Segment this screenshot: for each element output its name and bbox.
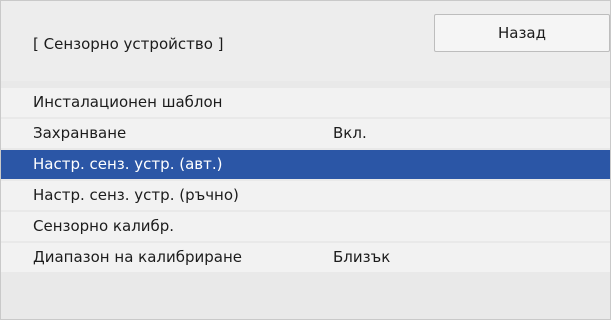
menu-item-power[interactable]: Захранване Вкл. (1, 119, 610, 148)
menu-item-label: Диапазон на калибриране (33, 248, 243, 266)
menu-item-label: Инсталационен шаблон (33, 93, 223, 111)
menu-item-label: Настр. сенз. устр. (ръчно) (33, 186, 239, 204)
menu-item-value: Близък (333, 248, 391, 266)
menu-item-touch-calibration[interactable]: Сензорно калибр. (1, 212, 610, 241)
settings-menu: Инсталационен шаблон Захранване Вкл. Нас… (1, 88, 610, 274)
menu-item-sensor-setup-manual[interactable]: Настр. сенз. устр. (ръчно) (1, 181, 610, 210)
menu-item-label: Сензорно калибр. (33, 217, 175, 235)
panel-header: [ Сензорно устройство ] Назад (1, 1, 610, 81)
menu-item-calibration-range[interactable]: Диапазон на калибриране Близък (1, 243, 610, 272)
menu-item-sensor-setup-auto[interactable]: Настр. сенз. устр. (авт.) (1, 150, 610, 179)
menu-item-installation-template[interactable]: Инсталационен шаблон (1, 88, 610, 117)
back-button[interactable]: Назад (434, 14, 610, 52)
menu-item-value: Вкл. (333, 124, 367, 142)
menu-item-label: Захранване (33, 124, 127, 142)
menu-item-label: Настр. сенз. устр. (авт.) (33, 155, 223, 173)
settings-panel: [ Сензорно устройство ] Назад Инсталацио… (0, 0, 611, 320)
page-title: [ Сензорно устройство ] (33, 35, 224, 53)
